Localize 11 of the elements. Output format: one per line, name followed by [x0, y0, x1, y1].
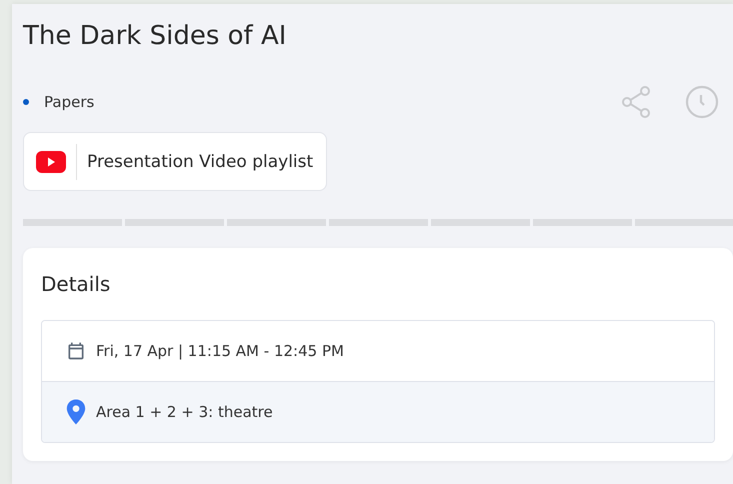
category-label: Papers — [44, 93, 94, 111]
location-pin-icon — [66, 399, 86, 425]
location-text: Area 1 + 2 + 3: theatre — [96, 403, 273, 421]
details-heading: Details — [41, 271, 112, 298]
video-playlist-button[interactable]: Presentation Video playlist — [23, 132, 328, 191]
page-title: The Dark Sides of AI — [23, 20, 288, 53]
share-icon[interactable] — [621, 85, 651, 119]
clock-icon[interactable] — [685, 85, 719, 119]
video-play-icon — [36, 150, 66, 172]
calendar-icon — [66, 341, 86, 361]
date-text: Fri, 17 Apr | 11:15 AM - 12:45 PM — [96, 342, 344, 360]
